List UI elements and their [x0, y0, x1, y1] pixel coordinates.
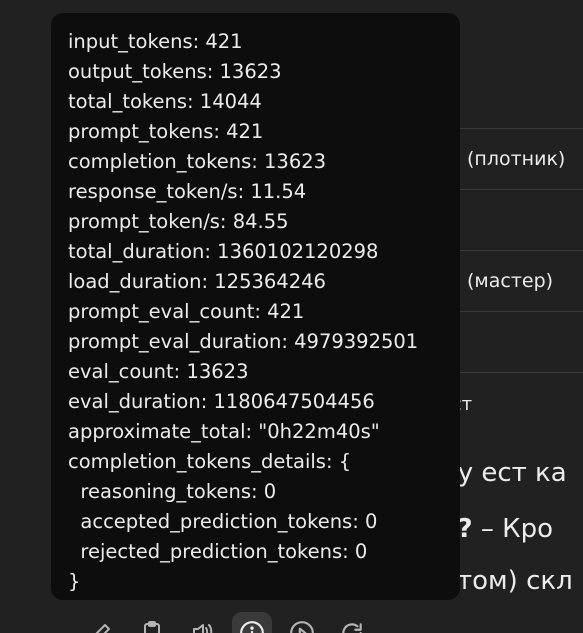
continue-icon	[290, 621, 314, 633]
read-aloud-icon	[193, 624, 213, 633]
chat-page: ия (плотник) (мастер) ист цу ест ка а? –…	[0, 0, 583, 633]
tooltip-line: eval_duration: 1180647504456	[68, 390, 375, 413]
tooltip-line: prompt_eval_count: 421	[68, 300, 305, 323]
table-cell: (мастер)	[467, 270, 554, 292]
paragraph-text: – Кро	[472, 514, 554, 544]
tooltip-line: total_duration: 1360102120298	[68, 240, 379, 263]
tooltip-line: }	[68, 570, 81, 593]
tooltip-line: rejected_prediction_tokens: 0	[68, 540, 368, 563]
tooltip-line: response_token/s: 11.54	[68, 180, 307, 203]
tooltip-line: load_duration: 125364246	[68, 270, 326, 293]
tooltip-line: prompt_tokens: 421	[68, 120, 264, 143]
message-toolbar	[82, 612, 372, 633]
info-button[interactable]	[232, 612, 272, 633]
copy-icon	[144, 621, 160, 633]
regenerate-button[interactable]	[332, 612, 372, 633]
table-cell: (плотник)	[467, 148, 566, 170]
read-aloud-button[interactable]	[182, 612, 222, 633]
tooltip-line: reasoning_tokens: 0	[68, 480, 277, 503]
tooltip-line: input_tokens: 421	[68, 30, 243, 53]
edit-icon	[95, 624, 110, 633]
generation-info-tooltip: input_tokens: 421 output_tokens: 13623 t…	[51, 13, 460, 600]
tooltip-line: prompt_token/s: 84.55	[68, 210, 289, 233]
tooltip-line: accepted_prediction_tokens: 0	[68, 510, 378, 533]
tooltip-line: completion_tokens_details: {	[68, 450, 352, 473]
edit-button[interactable]	[82, 612, 122, 633]
tooltip-line: eval_count: 13623	[68, 360, 249, 383]
copy-button[interactable]	[132, 612, 172, 633]
continue-button[interactable]	[282, 612, 322, 633]
regenerate-icon	[342, 623, 362, 633]
tooltip-line: approximate_total: "0h22m40s"	[68, 420, 380, 443]
info-icon	[240, 621, 264, 633]
tooltip-line: output_tokens: 13623	[68, 60, 282, 83]
tooltip-line: completion_tokens: 13623	[68, 150, 327, 173]
tooltip-line: total_tokens: 14044	[68, 90, 262, 113]
tooltip-line: prompt_eval_duration: 4979392501	[68, 330, 419, 353]
